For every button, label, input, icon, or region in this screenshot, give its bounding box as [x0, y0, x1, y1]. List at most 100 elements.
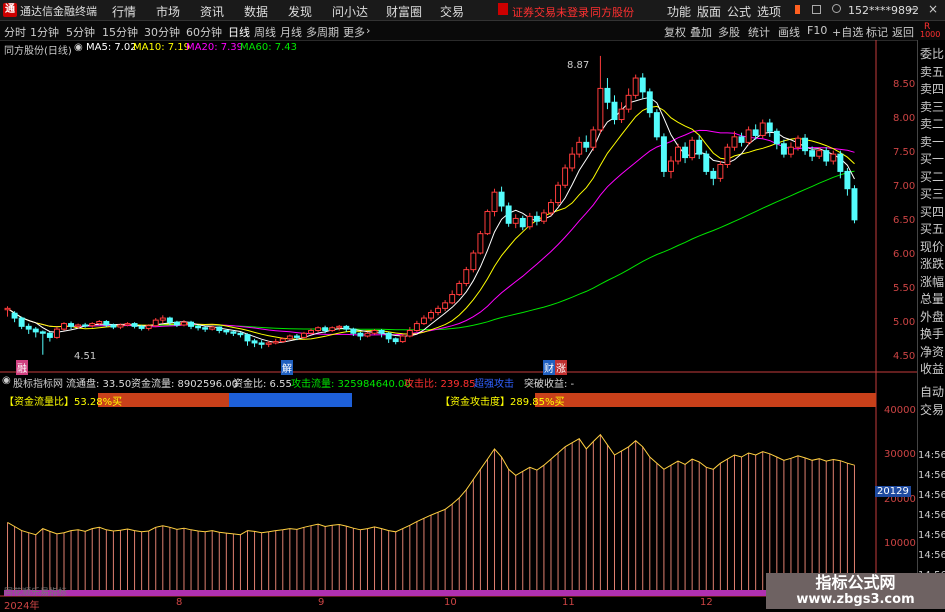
panel-item[interactable]: 卖五	[920, 64, 945, 80]
candle-body	[371, 330, 378, 334]
panel-item[interactable]: 现价	[920, 239, 945, 255]
candle-body	[576, 141, 583, 155]
candle-body	[689, 139, 696, 159]
panel-item[interactable]: 涨跌	[920, 256, 945, 272]
attack-bar-red	[535, 393, 876, 407]
price-tick: 6.50	[893, 215, 916, 226]
panel-time: 14:56	[918, 450, 945, 461]
x-tick: 8	[176, 597, 183, 608]
panel-item[interactable]: 外盘	[920, 309, 945, 325]
candle-body	[138, 325, 145, 329]
candle-body	[392, 338, 399, 343]
price-tick: 8.00	[893, 113, 916, 124]
panel-item[interactable]: 卖一	[920, 134, 945, 150]
panel-item[interactable]: 买四	[920, 204, 945, 220]
candle-body	[533, 215, 540, 222]
tag-rise[interactable]: 涨	[555, 360, 567, 375]
panel-item[interactable]: 买五	[920, 221, 945, 237]
candle-body	[159, 317, 166, 321]
candle-body	[710, 170, 717, 179]
candle-body	[435, 307, 442, 314]
quote-side-panel: R 1000 委比 卖五 卖四 卖三 卖二 卖一 买一 买二 买三 买四 买五 现价 涨跌 涨幅 总量 外盘换…	[917, 22, 945, 609]
candle-body	[11, 312, 18, 319]
sub-watermark: 同花顺乐易指标	[4, 588, 68, 598]
flow-baseline	[4, 590, 858, 596]
panel-item[interactable]: 卖四	[920, 81, 945, 97]
panel-item[interactable]: 买二	[920, 169, 945, 185]
candle-body	[830, 153, 837, 162]
candle-body	[505, 205, 512, 224]
volume-tick: 30000	[884, 449, 916, 460]
candle-body	[223, 330, 230, 333]
candle-body	[618, 108, 625, 121]
candle-body	[484, 211, 491, 235]
candle-body	[216, 326, 223, 331]
candle-body	[131, 323, 138, 327]
candle-body	[308, 330, 314, 334]
candle-body	[759, 122, 766, 136]
panel-auto[interactable]: 自动	[920, 384, 945, 400]
candle-body	[745, 129, 752, 143]
candle-body	[766, 122, 773, 132]
volume-tick: 10000	[884, 538, 916, 549]
candle-body	[152, 319, 159, 327]
candle-body	[53, 328, 60, 338]
candle-body	[68, 323, 75, 327]
candle-body	[322, 327, 329, 332]
candle-body	[286, 335, 293, 340]
candle-body	[251, 340, 258, 344]
panel-item[interactable]: 总量	[920, 291, 945, 307]
x-tick: 11	[562, 597, 575, 608]
ma10-line	[7, 105, 855, 340]
candle-body	[463, 269, 470, 284]
panel-item[interactable]: 净资	[920, 344, 945, 360]
panel-trade[interactable]: 交易	[920, 402, 945, 418]
candle-body	[646, 91, 653, 114]
candle-body	[639, 77, 646, 93]
candle-body	[18, 317, 25, 327]
candle-body	[350, 328, 357, 334]
panel-item[interactable]: 收益	[920, 361, 945, 377]
candle-body	[202, 327, 209, 330]
tag-unlock[interactable]: 解	[281, 360, 293, 375]
x-tick: 2024年	[4, 601, 40, 612]
candle-body	[717, 164, 724, 179]
candle-body	[279, 338, 286, 343]
candle-body	[526, 215, 533, 228]
candle-body	[477, 233, 484, 254]
panel-item[interactable]: 买三	[920, 186, 945, 202]
candle-body	[357, 332, 364, 337]
panel-time: 14:56	[918, 470, 945, 481]
x-tick: 9	[318, 597, 325, 608]
candle-body	[703, 153, 710, 172]
kline-chart[interactable]	[0, 0, 917, 609]
candle-body	[583, 141, 590, 148]
candle-body	[823, 150, 830, 162]
panel-item[interactable]: 委比	[920, 46, 945, 62]
candle-body	[25, 325, 32, 330]
watermark-title: 指标公式网	[815, 573, 896, 592]
candle-body	[46, 332, 53, 338]
candle-body	[491, 191, 498, 213]
panel-item[interactable]: 卖三	[920, 99, 945, 115]
tag-margin[interactable]: 融	[16, 360, 28, 375]
candle-body	[519, 217, 526, 228]
candle-body	[787, 146, 794, 155]
panel-item[interactable]: 买一	[920, 151, 945, 167]
tag-finance[interactable]: 财	[543, 360, 555, 375]
panel-item[interactable]: 涨幅	[920, 274, 945, 290]
candle-body	[795, 137, 801, 148]
panel-item[interactable]: 换手	[920, 326, 945, 342]
ma60-line	[7, 170, 855, 331]
close-icon[interactable]: ×	[928, 2, 938, 16]
volume-current-tag: 20129	[875, 486, 911, 497]
candle-body	[258, 342, 265, 345]
candle-body	[406, 330, 413, 337]
price-tick: 7.00	[893, 181, 916, 192]
panel-time: 14:56	[918, 550, 945, 561]
flow-ratio-label: 【资金流量比】53.28%买	[4, 397, 123, 408]
candle-body	[780, 143, 787, 155]
panel-item[interactable]: 卖二	[920, 116, 945, 132]
panel-time: 14:56	[918, 510, 945, 521]
price-tick: 4.50	[893, 351, 916, 362]
